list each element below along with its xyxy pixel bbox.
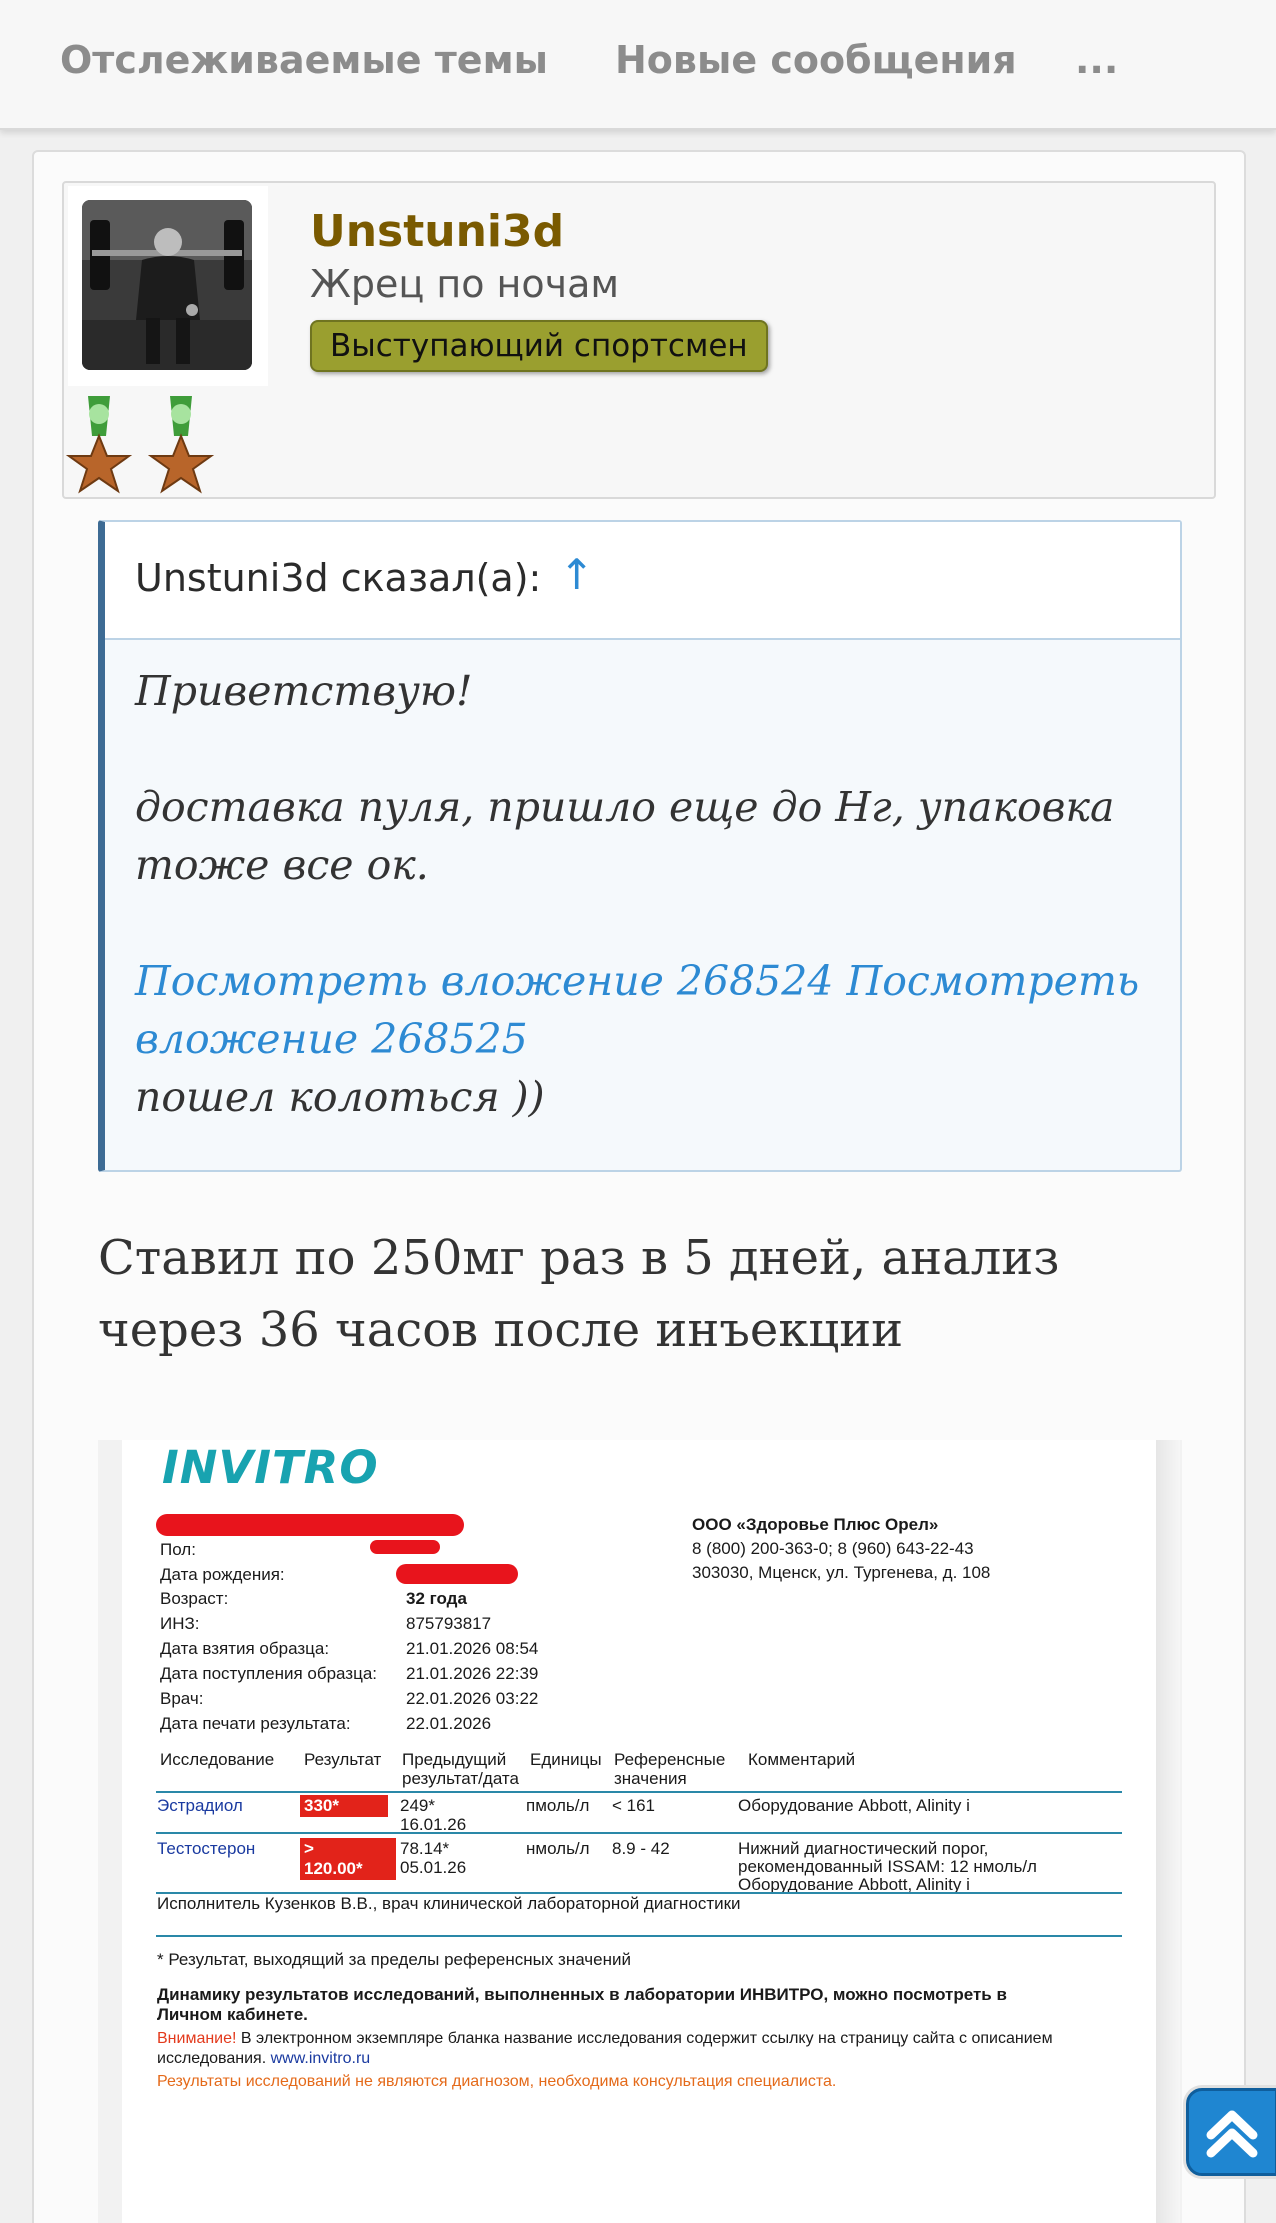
lab-row-ref: < 161 [612,1796,656,1815]
lab-field-value: 21.01.2026 08:54 [406,1639,539,1658]
lab-field-label: Дата поступления образца: [160,1664,378,1683]
quote-header: Unstuni3d сказал(а): ↑ [105,522,1180,640]
medal-icon [65,392,133,498]
lab-field-label: ИНЗ: [160,1614,200,1633]
lab-col-prev: результат/дата [402,1769,519,1788]
lab-dynamics: Динамику результатов исследований, выпол… [157,1985,1007,2004]
user-banner-badge: Выступающий спортсмен [310,320,768,372]
table-divider [156,1791,1122,1793]
nav-more-button[interactable]: ... [1075,38,1118,82]
quote-author: Unstuni3d сказал(а): [135,556,542,600]
lab-row-units: нмоль/л [526,1839,590,1858]
lab-row-name: Тестостерон [157,1839,256,1858]
post-text: Ставил по 250мг раз в 5 дней, анализ чер… [98,1230,1060,1358]
lab-footnote: * Результат, выходящий за пределы рефере… [157,1950,631,1969]
double-chevron-up-icon [1206,2110,1258,2158]
lab-row-comment: Нижний диагностический порог, [738,1839,989,1858]
lab-row-units: пмоль/л [526,1796,590,1815]
lab-org-address: 303030, Мценск, ул. Тургенева, д. 108 [692,1563,991,1582]
table-divider [156,1935,1122,1937]
lab-field-label: Возраст: [160,1589,229,1608]
nav-new-posts[interactable]: Новые сообщения [615,38,1017,82]
invitro-logo: INVITRO [162,1441,379,1494]
lab-row-prev-date: 05.01.26 [400,1858,467,1877]
lab-field-label: Пол: [160,1540,196,1559]
redaction-mark [396,1564,518,1584]
lab-col-units: Единицы [530,1750,602,1769]
username[interactable]: Unstuni3d [310,206,564,257]
lab-row-ref: 8.9 - 42 [612,1839,670,1858]
top-nav: Отслеживаемые темы Новые сообщения ... [0,0,1276,130]
lab-row-prev: 78.14* [400,1839,450,1858]
attachment-links[interactable]: Посмотреть вложение 268524 Посмотреть вл… [135,952,1150,1068]
lab-field-value: 21.01.2026 22:39 [406,1664,539,1683]
quote-greeting: Приветствую! [135,667,473,715]
lab-row-name: Эстрадиол [157,1796,243,1815]
lab-field-value: 32 года [406,1589,467,1608]
quote-line: доставка пуля, пришло еще до Нг, упаковк… [135,783,1115,889]
lab-col-prev: Предыдущий [402,1750,507,1769]
out-of-range-flag: 330* [300,1795,388,1817]
redaction-mark [156,1514,464,1536]
lab-row-comment: рекомендованный ISSAM: 12 нмоль/л [738,1857,1037,1876]
lab-org-name: ООО «Здоровье Плюс Орел» [692,1515,939,1534]
jump-to-quote-arrow-icon[interactable]: ↑ [559,550,594,599]
lab-row-prev: 249* [400,1796,435,1815]
lab-col-ref: Референсные [614,1750,726,1769]
out-of-range-flag: > 120.00* [300,1838,396,1880]
lab-field-value: 22.01.2026 03:22 [406,1689,539,1708]
lab-col-study: Исследование [160,1750,275,1769]
quote-body: Приветствую! доставка пуля, пришло еще д… [135,662,1150,1126]
lab-col-ref: значения [614,1769,687,1788]
lab-col-comment: Комментарий [748,1750,856,1769]
lab-org-phones: 8 (800) 200-363-0; 8 (960) 643-22-43 [692,1539,974,1558]
lab-dynamics: Личном кабинете. [157,2005,308,2024]
lab-field-value: 875793817 [406,1614,492,1633]
lab-field-label: Дата рождения: [160,1565,285,1584]
nav-watched-threads[interactable]: Отслеживаемые темы [60,38,548,82]
lab-field-label: Дата взятия образца: [160,1639,330,1658]
user-title: Жрец по ночам [310,262,620,306]
table-divider [156,1832,1122,1834]
lab-warning: исследования. www.invitro.ru [157,2050,371,2067]
lab-warning: Внимание! В электронном экземпляре бланк… [157,2030,1053,2047]
avatar[interactable] [82,200,252,370]
lab-row-comment: Оборудование Abbott, Alinity i [738,1796,970,1815]
quote-block: Unstuni3d сказал(а): ↑ Приветствую! дост… [98,520,1182,1172]
scroll-to-top-button[interactable] [1186,2088,1276,2176]
medal-icon [147,392,215,498]
lab-field-value: 22.01.2026 [406,1714,492,1733]
lab-field-label: Дата печати результата: [160,1714,351,1733]
quote-line: пошел колоться )) [135,1073,545,1121]
lab-executor: Исполнитель Кузенков В.В., врач клиничес… [157,1894,741,1913]
redaction-mark [370,1540,440,1554]
lab-field-label: Врач: [160,1689,204,1708]
lab-col-result: Результат [304,1750,382,1769]
lab-disclaimer: Результаты исследований не являются диаг… [157,2073,837,2090]
